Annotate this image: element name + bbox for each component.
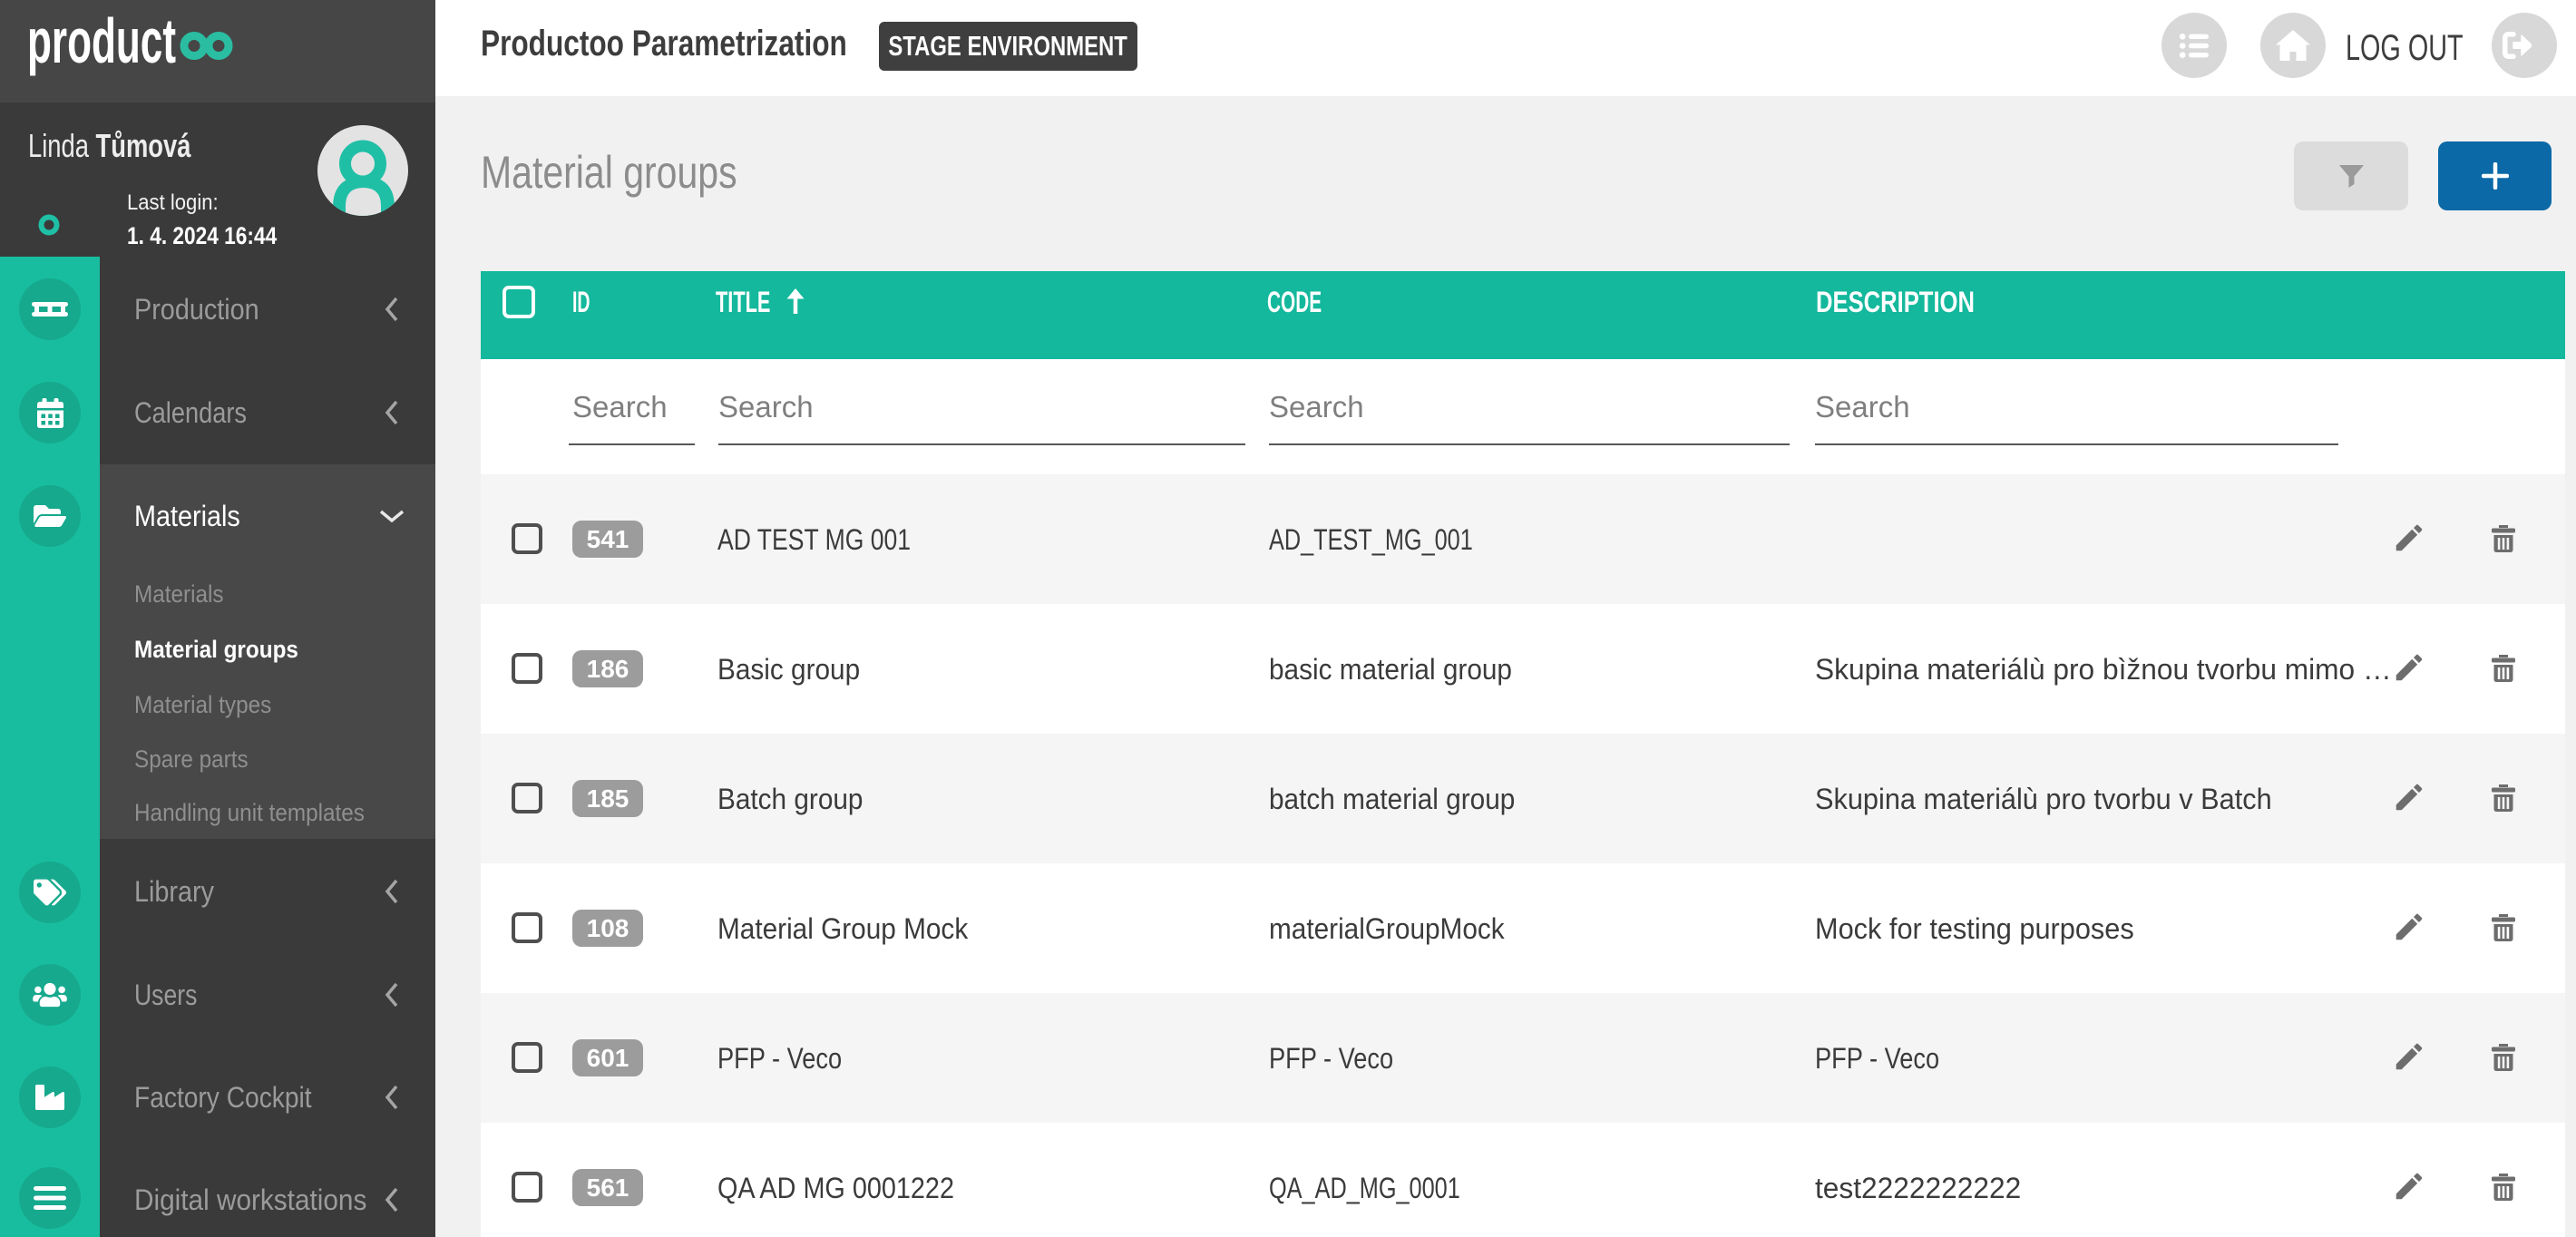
svg-text:product: product [27, 13, 176, 76]
